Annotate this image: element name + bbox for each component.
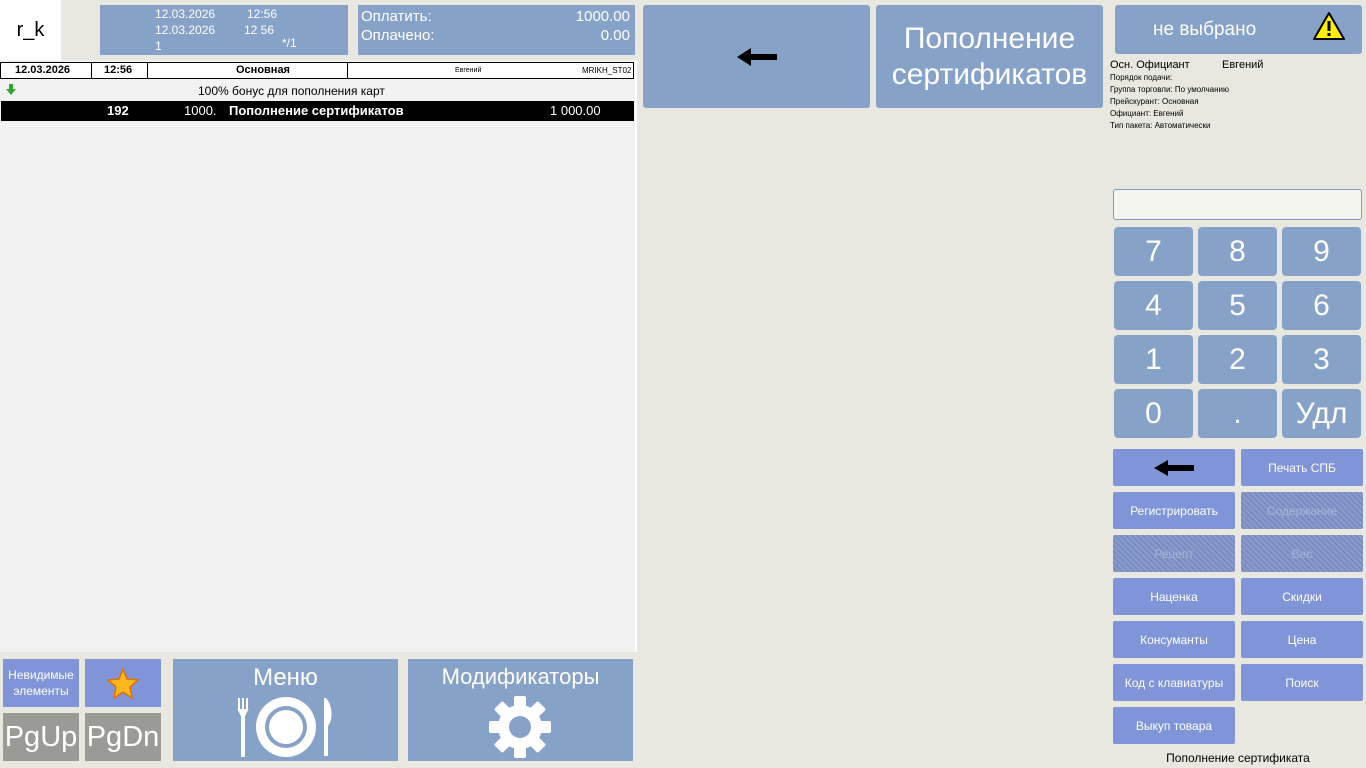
modifiers-label: Модификаторы bbox=[441, 664, 600, 689]
print-spb-button[interactable]: Печать СПБ bbox=[1241, 449, 1363, 486]
category-label: Пополнение сертификатов bbox=[891, 21, 1088, 91]
to-pay-value: 1000.00 bbox=[575, 8, 630, 25]
open-time: 12:56 bbox=[247, 7, 278, 21]
arrow-down-icon bbox=[6, 84, 16, 95]
price-button[interactable]: Цена bbox=[1241, 621, 1363, 658]
selection-status: не выбрано bbox=[1153, 19, 1257, 40]
order-header-info: 12.03.2026 12:56 12.03.2026 12 56 1 */1 bbox=[100, 5, 348, 55]
menu-button[interactable]: Меню bbox=[173, 659, 398, 761]
table-number: */1 bbox=[282, 36, 297, 50]
invisible-elements-label: Невидимые элементы bbox=[8, 668, 74, 698]
waiter: Официант: Евгений bbox=[1110, 109, 1184, 118]
status-bar: Пополнение сертификата bbox=[1166, 751, 1310, 765]
order-date: 12.03.2026 bbox=[15, 64, 71, 76]
order-category: Основная bbox=[236, 64, 290, 76]
item-code: 192 bbox=[107, 103, 129, 118]
main-waiter-label: Осн. Официант bbox=[1110, 59, 1190, 71]
weight-button[interactable]: Вес bbox=[1241, 535, 1363, 572]
key-8[interactable]: 8 bbox=[1198, 227, 1277, 276]
order-header-row: 12.03.2026 12:56 Основная Евгений MRIKH_… bbox=[0, 62, 634, 79]
station-name: MRIKH_ST02 bbox=[582, 66, 632, 75]
item-sum: 1 000.00 bbox=[550, 103, 601, 118]
order-time: 12:56 bbox=[104, 64, 133, 76]
plate-cutlery-icon bbox=[237, 697, 332, 757]
main-waiter-value: Евгений bbox=[1222, 59, 1264, 71]
arrow-left-icon bbox=[736, 47, 777, 66]
arrow-left-icon bbox=[1154, 459, 1194, 476]
keyboard-code-button[interactable]: Код с клавиатуры bbox=[1113, 664, 1235, 701]
back-button[interactable] bbox=[643, 5, 870, 108]
favorites-button[interactable] bbox=[85, 659, 161, 707]
gear-icon bbox=[489, 696, 551, 758]
key-9[interactable]: 9 bbox=[1282, 227, 1361, 276]
key-4[interactable]: 4 bbox=[1114, 281, 1193, 330]
page-down-button[interactable]: PgDn bbox=[85, 713, 161, 761]
selection-status-button[interactable]: не выбрано bbox=[1115, 5, 1362, 54]
trade-group: Группа торговли: По умолчанию bbox=[1110, 85, 1229, 94]
buyback-button[interactable]: Выкуп товара bbox=[1113, 707, 1235, 744]
register-button[interactable]: Регистрировать bbox=[1113, 492, 1235, 529]
order-panel: 12.03.2026 12:56 Основная Евгений MRIKH_… bbox=[0, 60, 637, 652]
key-0[interactable]: 0 bbox=[1114, 389, 1193, 438]
paid-label: Оплачено: bbox=[361, 27, 435, 44]
order-line-selected[interactable]: 192 1000. Пополнение сертификатов 1 000.… bbox=[1, 101, 634, 121]
key-6[interactable]: 6 bbox=[1282, 281, 1361, 330]
key-delete[interactable]: Удл bbox=[1282, 389, 1361, 438]
invisible-elements-button[interactable]: Невидимые элементы bbox=[3, 659, 79, 707]
key-1[interactable]: 1 bbox=[1114, 335, 1193, 384]
search-button[interactable]: Поиск bbox=[1241, 664, 1363, 701]
item-name: Пополнение сертификатов bbox=[229, 103, 404, 118]
consumables-button[interactable]: Консуманты bbox=[1113, 621, 1235, 658]
key-2[interactable]: 2 bbox=[1198, 335, 1277, 384]
order-waiter: Евгений bbox=[455, 67, 482, 74]
numeric-input[interactable] bbox=[1113, 189, 1362, 220]
open-date: 12.03.2026 bbox=[155, 7, 216, 21]
package-type: Тип пакета: Автоматически bbox=[1110, 121, 1211, 130]
order-info-panel: Осн. Официант Евгений Порядок подачи: Гр… bbox=[1110, 58, 1366, 162]
category-certificates-button[interactable]: Пополнение сертификатов bbox=[876, 5, 1103, 108]
markup-button[interactable]: Наценка bbox=[1113, 578, 1235, 615]
promo-row[interactable]: 100% бонус для пополнения карт bbox=[0, 81, 634, 99]
key-7[interactable]: 7 bbox=[1114, 227, 1193, 276]
key-dot[interactable]: . bbox=[1198, 389, 1277, 438]
payment-summary: Оплатить: 1000.00 Оплачено: 0.00 bbox=[358, 5, 635, 55]
back-function-button[interactable] bbox=[1113, 449, 1235, 486]
menu-label: Меню bbox=[253, 664, 318, 691]
promo-text: 100% бонус для пополнения карт bbox=[198, 84, 385, 98]
current-time: 12 56 bbox=[244, 23, 275, 37]
warning-icon bbox=[1313, 12, 1345, 40]
content-button[interactable]: Содержание bbox=[1241, 492, 1363, 529]
current-date: 12.03.2026 bbox=[155, 23, 216, 37]
to-pay-label: Оплатить: bbox=[361, 8, 432, 25]
price-list: Прейскурант: Основная bbox=[1110, 97, 1199, 106]
logo: r_k bbox=[0, 0, 61, 60]
serving-order: Порядок подачи: bbox=[1110, 73, 1173, 82]
recipe-button[interactable]: Рецепт bbox=[1113, 535, 1235, 572]
discounts-button[interactable]: Скидки bbox=[1241, 578, 1363, 615]
star-icon bbox=[107, 667, 139, 699]
page-up-button[interactable]: PgUp bbox=[3, 713, 79, 761]
modifiers-button[interactable]: Модификаторы bbox=[408, 659, 633, 761]
key-3[interactable]: 3 bbox=[1282, 335, 1361, 384]
key-5[interactable]: 5 bbox=[1198, 281, 1277, 330]
paid-value: 0.00 bbox=[600, 27, 630, 44]
guests-count: 1 bbox=[155, 39, 162, 53]
item-price: 1000. bbox=[184, 103, 217, 118]
